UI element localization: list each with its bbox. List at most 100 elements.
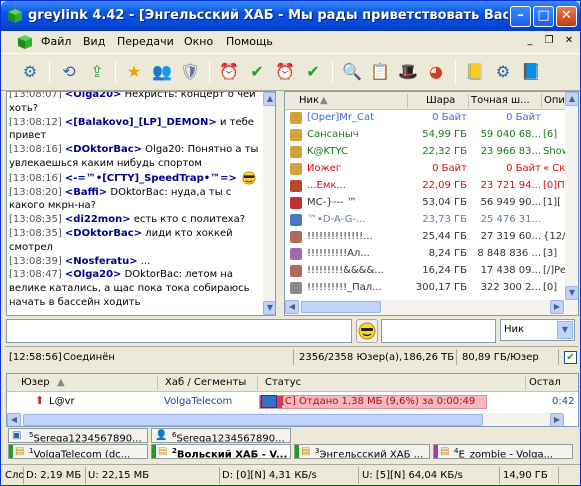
user-icon bbox=[290, 146, 302, 158]
minimize-button[interactable]: – bbox=[510, 6, 531, 27]
follow-redirect-icon[interactable]: ⇪ bbox=[85, 60, 109, 84]
tab-private-5[interactable]: ▣ 5Serega1234567890... bbox=[8, 428, 148, 443]
network-stats-icon[interactable]: ◕ bbox=[424, 60, 448, 84]
col-hub-segments[interactable]: Хаб / Сегменты bbox=[165, 377, 246, 388]
scroll-right-icon[interactable]: ▶ bbox=[550, 413, 564, 426]
user-row[interactable]: !!!!!!!!!!Ал... 8,24 ГБ 8 848 836 ... [3] bbox=[285, 246, 578, 263]
chat-scrollbar[interactable]: ▲ ▼ bbox=[263, 92, 275, 315]
col-remaining[interactable]: Остал bbox=[529, 377, 561, 388]
user-row[interactable]: !!!!!!!!!&&&&... 16,24 ГБ 17 438 09... [/]P… bbox=[285, 263, 578, 280]
chat-nick[interactable]: <-=™•[CГTY]_SpeedTrap•™=> bbox=[65, 173, 237, 184]
connect-icon[interactable]: ⚙ bbox=[18, 60, 42, 84]
menu-file[interactable]: Файл bbox=[41, 35, 71, 48]
settings-gear-icon[interactable]: ⚙ bbox=[491, 60, 515, 84]
col-nick[interactable]: Ник bbox=[299, 95, 319, 106]
menu-transfers[interactable]: Передачи bbox=[117, 35, 174, 48]
close-button[interactable]: ✕ bbox=[556, 6, 577, 27]
tab-hub-3[interactable]: ▤ 3Энгельсский ХАБ ... bbox=[294, 444, 430, 459]
scroll-right-icon[interactable]: ▶ bbox=[550, 300, 564, 314]
chat-nick[interactable]: <DOktorBac> bbox=[65, 228, 142, 239]
show-users-checkbox[interactable]: ✔ bbox=[564, 351, 577, 364]
chat-nick[interactable]: <Nosferatu> bbox=[65, 256, 138, 267]
chat-nick[interactable]: <Olga20> bbox=[65, 92, 122, 100]
chat-messages: [13:08:07] <Olga20> Нехристь: концерт о … bbox=[9, 92, 259, 310]
adl-search-icon[interactable]: 📋 bbox=[368, 60, 392, 84]
filter-input[interactable] bbox=[381, 319, 496, 343]
chat-nick[interactable]: <DOktorBac> bbox=[65, 144, 142, 155]
transfer-hub: VolgaTelecom bbox=[164, 396, 233, 407]
menu-view[interactable]: Вид bbox=[83, 35, 105, 48]
user-list[interactable]: Ник ▲ Шара Точная ш... Опи [Oper]Mr_Cat 0… bbox=[284, 91, 579, 316]
col-description[interactable]: Опи bbox=[544, 95, 565, 106]
ignored-users-icon[interactable]: 🛡 bbox=[178, 60, 202, 84]
open-filelist-icon[interactable]: 📘 bbox=[519, 60, 543, 84]
transfers-hscrollbar[interactable]: ◀ ▶ bbox=[7, 413, 564, 426]
tab-hub-1[interactable]: ▤ 1VolgaTelecom (dc... bbox=[8, 444, 148, 459]
user-share: 23,73 ГБ bbox=[422, 214, 467, 225]
user-list-hscrollbar[interactable]: ◀ ▶ bbox=[285, 300, 564, 315]
tab-label: E_zombie - Volga... bbox=[458, 449, 554, 459]
menu-window[interactable]: Окно bbox=[184, 35, 213, 48]
favorite-users-icon[interactable]: 👥 bbox=[150, 60, 174, 84]
user-row[interactable]: ...Ёмк... 22,09 ГБ 23 721 94... [0]Пр bbox=[285, 178, 578, 195]
scroll-down-icon[interactable]: ▼ bbox=[263, 301, 275, 315]
search-icon[interactable]: 🔍 bbox=[340, 60, 364, 84]
tab-private-6[interactable]: 👤 6Serega1234567890... bbox=[151, 428, 291, 443]
tab-hub-2[interactable]: ▤ 2Вольский ХАБ - V... bbox=[151, 444, 291, 459]
search-spy-icon[interactable]: 🎩 bbox=[396, 60, 420, 84]
transfers-panel[interactable]: Юзер ▲ Хаб / Сегменты Статус Остал ⬆ L@v… bbox=[6, 373, 579, 427]
message-input[interactable] bbox=[6, 319, 352, 343]
favorites-star-icon[interactable]: ★ bbox=[122, 60, 146, 84]
user-exact-share: 0 Байт bbox=[506, 112, 541, 123]
col-exact-share[interactable]: Точная ш... bbox=[471, 95, 530, 106]
menu-help[interactable]: Помощь bbox=[226, 35, 273, 48]
scroll-left-icon[interactable]: ◀ bbox=[7, 413, 21, 426]
scroll-left-icon[interactable]: ◀ bbox=[285, 300, 299, 314]
menu-cube-icon[interactable] bbox=[17, 34, 33, 50]
user-row[interactable]: Йожег 0 Байт 0 Байт « Ск bbox=[285, 161, 578, 178]
chat-nick[interactable]: <[Balakovo]_[LP]_DEMON> bbox=[65, 117, 217, 128]
scroll-up-icon[interactable]: ▲ bbox=[565, 92, 578, 106]
chat-nick[interactable]: <Olga20> bbox=[65, 269, 122, 280]
chat-timestamp: [13:08:16] bbox=[9, 172, 62, 184]
notepad-icon[interactable]: 📒 bbox=[463, 60, 487, 84]
hscroll-thumb[interactable] bbox=[301, 301, 381, 313]
user-list-vscrollbar[interactable]: ▲ ▼ bbox=[565, 92, 578, 315]
user-row[interactable]: MC-}--- ™ 53,04 ГБ 56 949 90... [1][ bbox=[285, 195, 578, 212]
col-share[interactable]: Шара bbox=[426, 95, 455, 106]
scroll-up-icon[interactable]: ▲ bbox=[263, 92, 275, 106]
user-share: 300,17 ГБ bbox=[415, 282, 467, 293]
chevron-down-icon[interactable]: ▼ bbox=[557, 321, 573, 339]
mdi-restore-icon[interactable]: ❐ bbox=[541, 34, 557, 48]
col-user[interactable]: Юзер bbox=[21, 377, 50, 388]
queue-icon[interactable]: ⏰ bbox=[217, 60, 241, 84]
transfer-row[interactable]: ⬆ L@vr VolgaTelecom [С] Отдано 1,38 МБ (… bbox=[7, 393, 578, 411]
finished-downloads-icon[interactable]: ✔ bbox=[245, 60, 269, 84]
chat-timestamp: [13:08:35] bbox=[9, 227, 62, 239]
finished-uploads-icon[interactable]: ✔ bbox=[301, 60, 325, 84]
tab-hub-4[interactable]: ▤ 4E_zombie - Volga... bbox=[433, 444, 573, 459]
user-row[interactable]: K@KTYC 22,32 ГБ 23 966 83... Show bbox=[285, 144, 578, 161]
user-row[interactable]: ™•D-A-G-... 23,73 ГБ 25 476 31... bbox=[285, 212, 578, 229]
user-row[interactable]: Сансаныч 54,99 ГБ 59 040 68... [6] bbox=[285, 127, 578, 144]
chat-text: ... bbox=[137, 255, 151, 267]
maximize-button[interactable]: □ bbox=[533, 6, 554, 27]
hscroll-thumb[interactable] bbox=[23, 414, 483, 426]
mdi-minimize-icon[interactable]: _ bbox=[522, 34, 538, 48]
mdi-close-icon[interactable]: ✕ bbox=[561, 34, 577, 48]
reconnect-icon[interactable]: ⟲ bbox=[57, 60, 81, 84]
hub-icon: ▤ bbox=[158, 446, 168, 457]
user-row[interactable]: !!!!!!!!!!!!!!... 25,44 ГБ 27 319 60... {12… bbox=[285, 229, 578, 246]
chat-nick[interactable]: <di22mon> bbox=[65, 214, 131, 225]
chat-panel[interactable]: [13:08:07] <Olga20> Нехристь: концерт о … bbox=[6, 91, 276, 316]
transfer-status: [С] Отдано 1,38 МБ (9,6%) за 0:00:49 bbox=[281, 396, 476, 407]
chat-nick[interactable]: <Baffi> bbox=[65, 187, 107, 198]
user-row[interactable]: [Oper]Mr_Cat 0 Байт 0 Байт bbox=[285, 110, 578, 127]
filter-column-select[interactable]: Ник ▼ bbox=[500, 319, 575, 341]
title-bar[interactable]: greylink 4.42 - [Энгельсский ХАБ - Мы ра… bbox=[1, 1, 580, 31]
scroll-down-icon[interactable]: ▼ bbox=[565, 286, 578, 300]
col-status[interactable]: Статус bbox=[265, 377, 301, 388]
upload-queue-icon[interactable]: ⏰ bbox=[273, 60, 297, 84]
emoticon-button[interactable] bbox=[356, 319, 378, 343]
user-row[interactable]: !!!!!!!!!!_Пал... 300,17 ГБ 322 300 2... [0… bbox=[285, 280, 578, 297]
